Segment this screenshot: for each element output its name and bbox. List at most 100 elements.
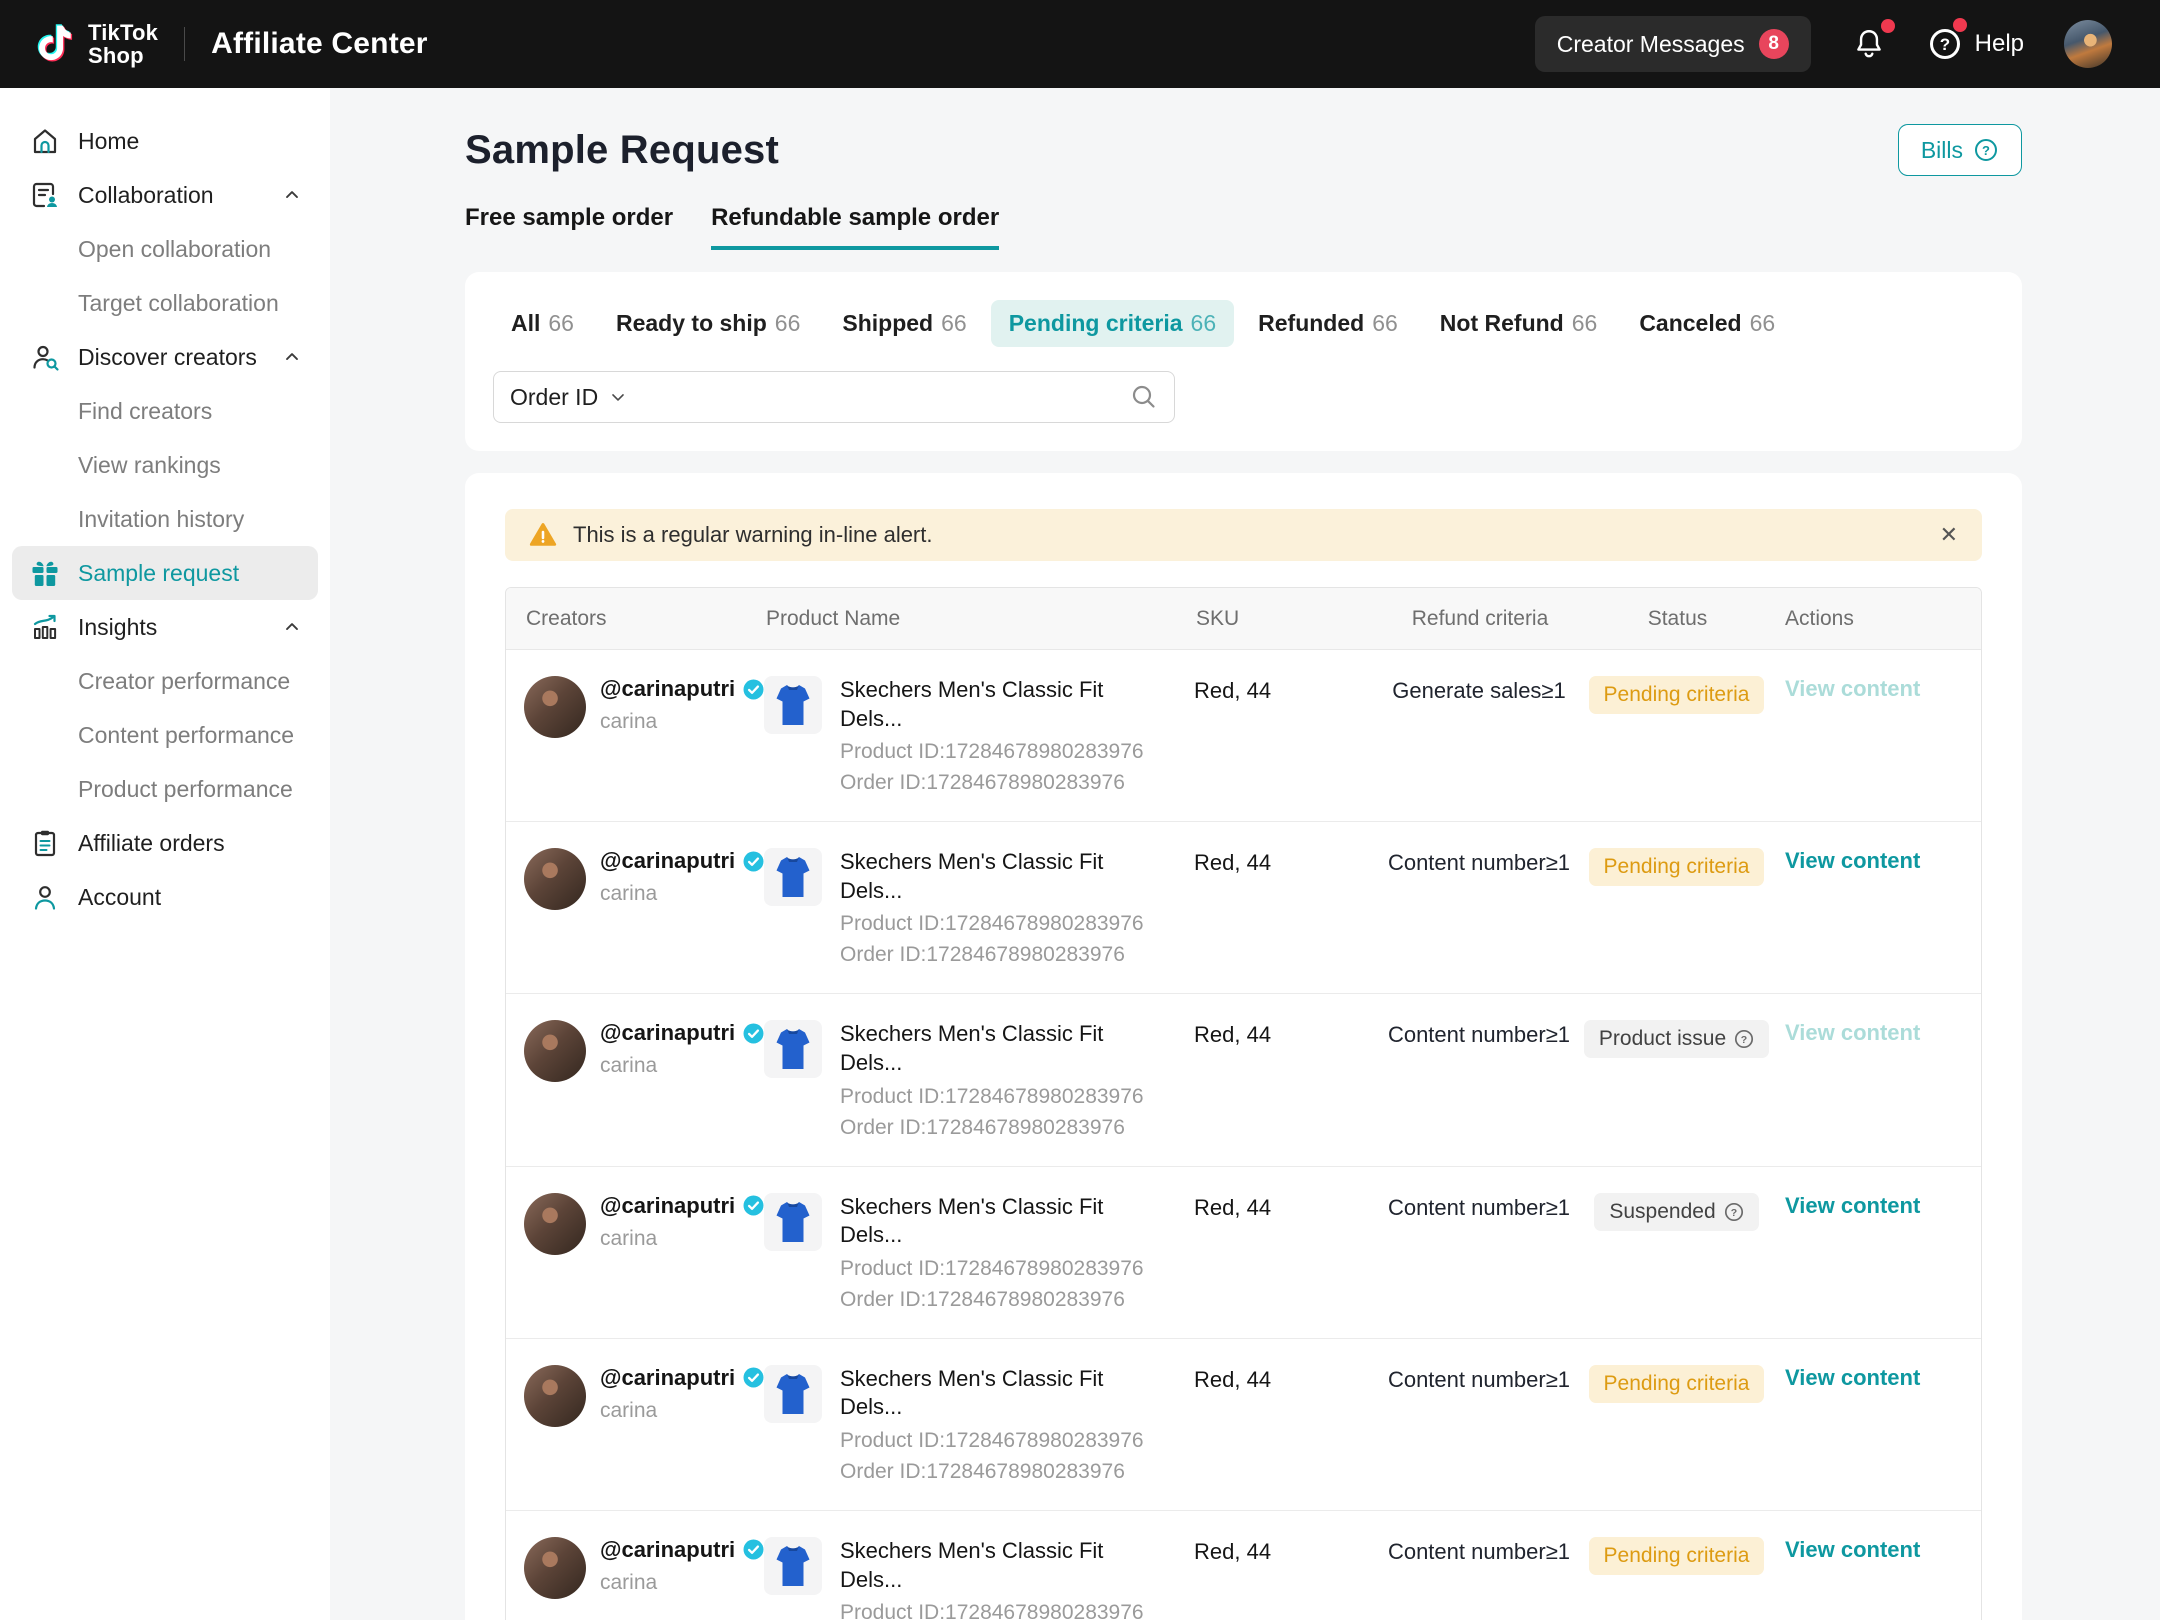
creator-handle[interactable]: @carinaputri xyxy=(600,848,735,874)
tab-refundable-sample-order[interactable]: Refundable sample order xyxy=(711,204,999,250)
search-input[interactable] xyxy=(628,372,1130,422)
table-row: @carinaputri carina xyxy=(506,1338,1981,1510)
view-content-link[interactable]: View content xyxy=(1785,676,1920,701)
creator-avatar[interactable] xyxy=(524,1537,586,1599)
creator-name: carina xyxy=(600,1054,764,1078)
product-image[interactable] xyxy=(764,1537,822,1595)
product-cell: Skechers Men's Classic Fit Dels... Produ… xyxy=(764,1020,1194,1139)
actions-cell: View content xyxy=(1769,1020,1963,1046)
order-type-tabs: Free sample order Refundable sample orde… xyxy=(465,204,2022,250)
sidebar-item-product-performance[interactable]: Product performance xyxy=(0,762,330,816)
sidebar-item-insights[interactable]: Insights xyxy=(0,600,330,654)
close-icon[interactable]: ✕ xyxy=(1940,524,1958,546)
product-name[interactable]: Skechers Men's Classic Fit Dels... xyxy=(840,1193,1170,1250)
order-search-box: Order ID xyxy=(493,371,1175,423)
page-title: Sample Request xyxy=(465,128,779,173)
help-button[interactable]: ? Help xyxy=(1927,26,2024,62)
sidebar-item-view-rankings[interactable]: View rankings xyxy=(0,438,330,492)
tab-free-sample-order[interactable]: Free sample order xyxy=(465,204,673,250)
product-image[interactable] xyxy=(764,848,822,906)
svg-text:?: ? xyxy=(1982,143,1990,158)
sidebar-item-sample-request[interactable]: Sample request xyxy=(12,546,318,600)
discover-creators-icon xyxy=(30,342,60,372)
product-id: Product ID:17284678980283976 xyxy=(840,1085,1170,1109)
status-filter-tab[interactable]: All 66 xyxy=(493,300,592,347)
actions-cell: View content xyxy=(1769,1365,1963,1391)
sidebar-item-collaboration[interactable]: Collaboration xyxy=(0,168,330,222)
sku-cell: Red, 44 xyxy=(1194,1537,1374,1565)
svg-text:?: ? xyxy=(1741,1034,1747,1046)
sku-cell: Red, 44 xyxy=(1194,848,1374,876)
column-header-creators: Creators xyxy=(524,607,764,631)
status-cell: Pending criteria ? xyxy=(1584,1365,1769,1403)
product-name[interactable]: Skechers Men's Classic Fit Dels... xyxy=(840,1537,1170,1594)
search-field-select[interactable]: Order ID xyxy=(510,384,628,411)
question-circle-icon[interactable]: ? xyxy=(1724,1202,1744,1222)
product-name[interactable]: Skechers Men's Classic Fit Dels... xyxy=(840,848,1170,905)
status-filter-tab[interactable]: Pending criteria 66 xyxy=(991,300,1234,347)
creator-handle[interactable]: @carinaputri xyxy=(600,1537,735,1563)
user-avatar[interactable] xyxy=(2064,20,2112,68)
creator-avatar[interactable] xyxy=(524,1365,586,1427)
creator-messages-button[interactable]: Creator Messages 8 xyxy=(1535,16,1811,72)
creator-handle[interactable]: @carinaputri xyxy=(600,1020,735,1046)
creator-avatar[interactable] xyxy=(524,848,586,910)
product-name[interactable]: Skechers Men's Classic Fit Dels... xyxy=(840,676,1170,733)
creator-avatar[interactable] xyxy=(524,1020,586,1082)
tiktok-shop-logo[interactable]: TikTok Shop xyxy=(30,19,158,69)
product-name[interactable]: Skechers Men's Classic Fit Dels... xyxy=(840,1020,1170,1077)
sidebar-item-target-collaboration[interactable]: Target collaboration xyxy=(0,276,330,330)
notifications-button[interactable] xyxy=(1851,25,1887,63)
app-title: Affiliate Center xyxy=(211,27,428,61)
view-content-link[interactable]: View content xyxy=(1785,1537,1920,1562)
sidebar-item-find-creators[interactable]: Find creators xyxy=(0,384,330,438)
product-image[interactable] xyxy=(764,1193,822,1251)
home-icon xyxy=(30,126,60,156)
creator-cell: @carinaputri carina xyxy=(524,676,764,738)
status-filter-tab[interactable]: Shipped 66 xyxy=(824,300,984,347)
sidebar-item-discover-creators[interactable]: Discover creators xyxy=(0,330,330,384)
status-filter-tab[interactable]: Not Refund 66 xyxy=(1422,300,1616,347)
creator-handle[interactable]: @carinaputri xyxy=(600,676,735,702)
status-filter-tab[interactable]: Canceled 66 xyxy=(1621,300,1793,347)
product-image[interactable] xyxy=(764,1365,822,1423)
sidebar-item-affiliate-orders[interactable]: Affiliate orders xyxy=(0,816,330,870)
creator-avatar[interactable] xyxy=(524,676,586,738)
creator-handle[interactable]: @carinaputri xyxy=(600,1365,735,1391)
verified-badge-icon xyxy=(743,1539,764,1560)
bills-button[interactable]: Bills ? xyxy=(1898,124,2022,176)
status-badge: Pending criteria ? xyxy=(1589,1365,1765,1403)
creator-cell: @carinaputri carina xyxy=(524,1020,764,1082)
product-name[interactable]: Skechers Men's Classic Fit Dels... xyxy=(840,1365,1170,1422)
question-circle-icon[interactable]: ? xyxy=(1734,1029,1754,1049)
sidebar-item-home[interactable]: Home xyxy=(0,114,330,168)
product-cell: Skechers Men's Classic Fit Dels... Produ… xyxy=(764,1193,1194,1312)
creator-name: carina xyxy=(600,1227,764,1251)
view-content-link[interactable]: View content xyxy=(1785,1193,1920,1218)
status-filter-tab[interactable]: Refunded 66 xyxy=(1240,300,1416,347)
creator-avatar[interactable] xyxy=(524,1193,586,1255)
sidebar-item-account[interactable]: Account xyxy=(0,870,330,924)
sidebar-item-content-performance[interactable]: Content performance xyxy=(0,708,330,762)
sidebar-item-creator-performance[interactable]: Creator performance xyxy=(0,654,330,708)
status-badge: Pending criteria ? xyxy=(1589,676,1765,714)
product-image[interactable] xyxy=(764,676,822,734)
sidebar-item-open-collaboration[interactable]: Open collaboration xyxy=(0,222,330,276)
sidebar-item-invitation-history[interactable]: Invitation history xyxy=(0,492,330,546)
product-id: Product ID:17284678980283976 xyxy=(840,1257,1170,1281)
person-icon xyxy=(30,882,60,912)
actions-cell: View content xyxy=(1769,848,1963,874)
question-circle-icon: ? xyxy=(1973,137,1999,163)
status-filter-tab[interactable]: Ready to ship 66 xyxy=(598,300,818,347)
search-icon[interactable] xyxy=(1130,383,1158,411)
creator-handle[interactable]: @carinaputri xyxy=(600,1193,735,1219)
gift-icon xyxy=(30,558,60,588)
creator-cell: @carinaputri carina xyxy=(524,848,764,910)
view-content-link[interactable]: View content xyxy=(1785,848,1920,873)
view-content-link[interactable]: View content xyxy=(1785,1365,1920,1390)
creator-cell: @carinaputri carina xyxy=(524,1365,764,1427)
verified-badge-icon xyxy=(743,1195,764,1216)
product-image[interactable] xyxy=(764,1020,822,1078)
view-content-link[interactable]: View content xyxy=(1785,1020,1920,1045)
top-header: TikTok Shop Affiliate Center Creator Mes… xyxy=(0,0,2160,88)
